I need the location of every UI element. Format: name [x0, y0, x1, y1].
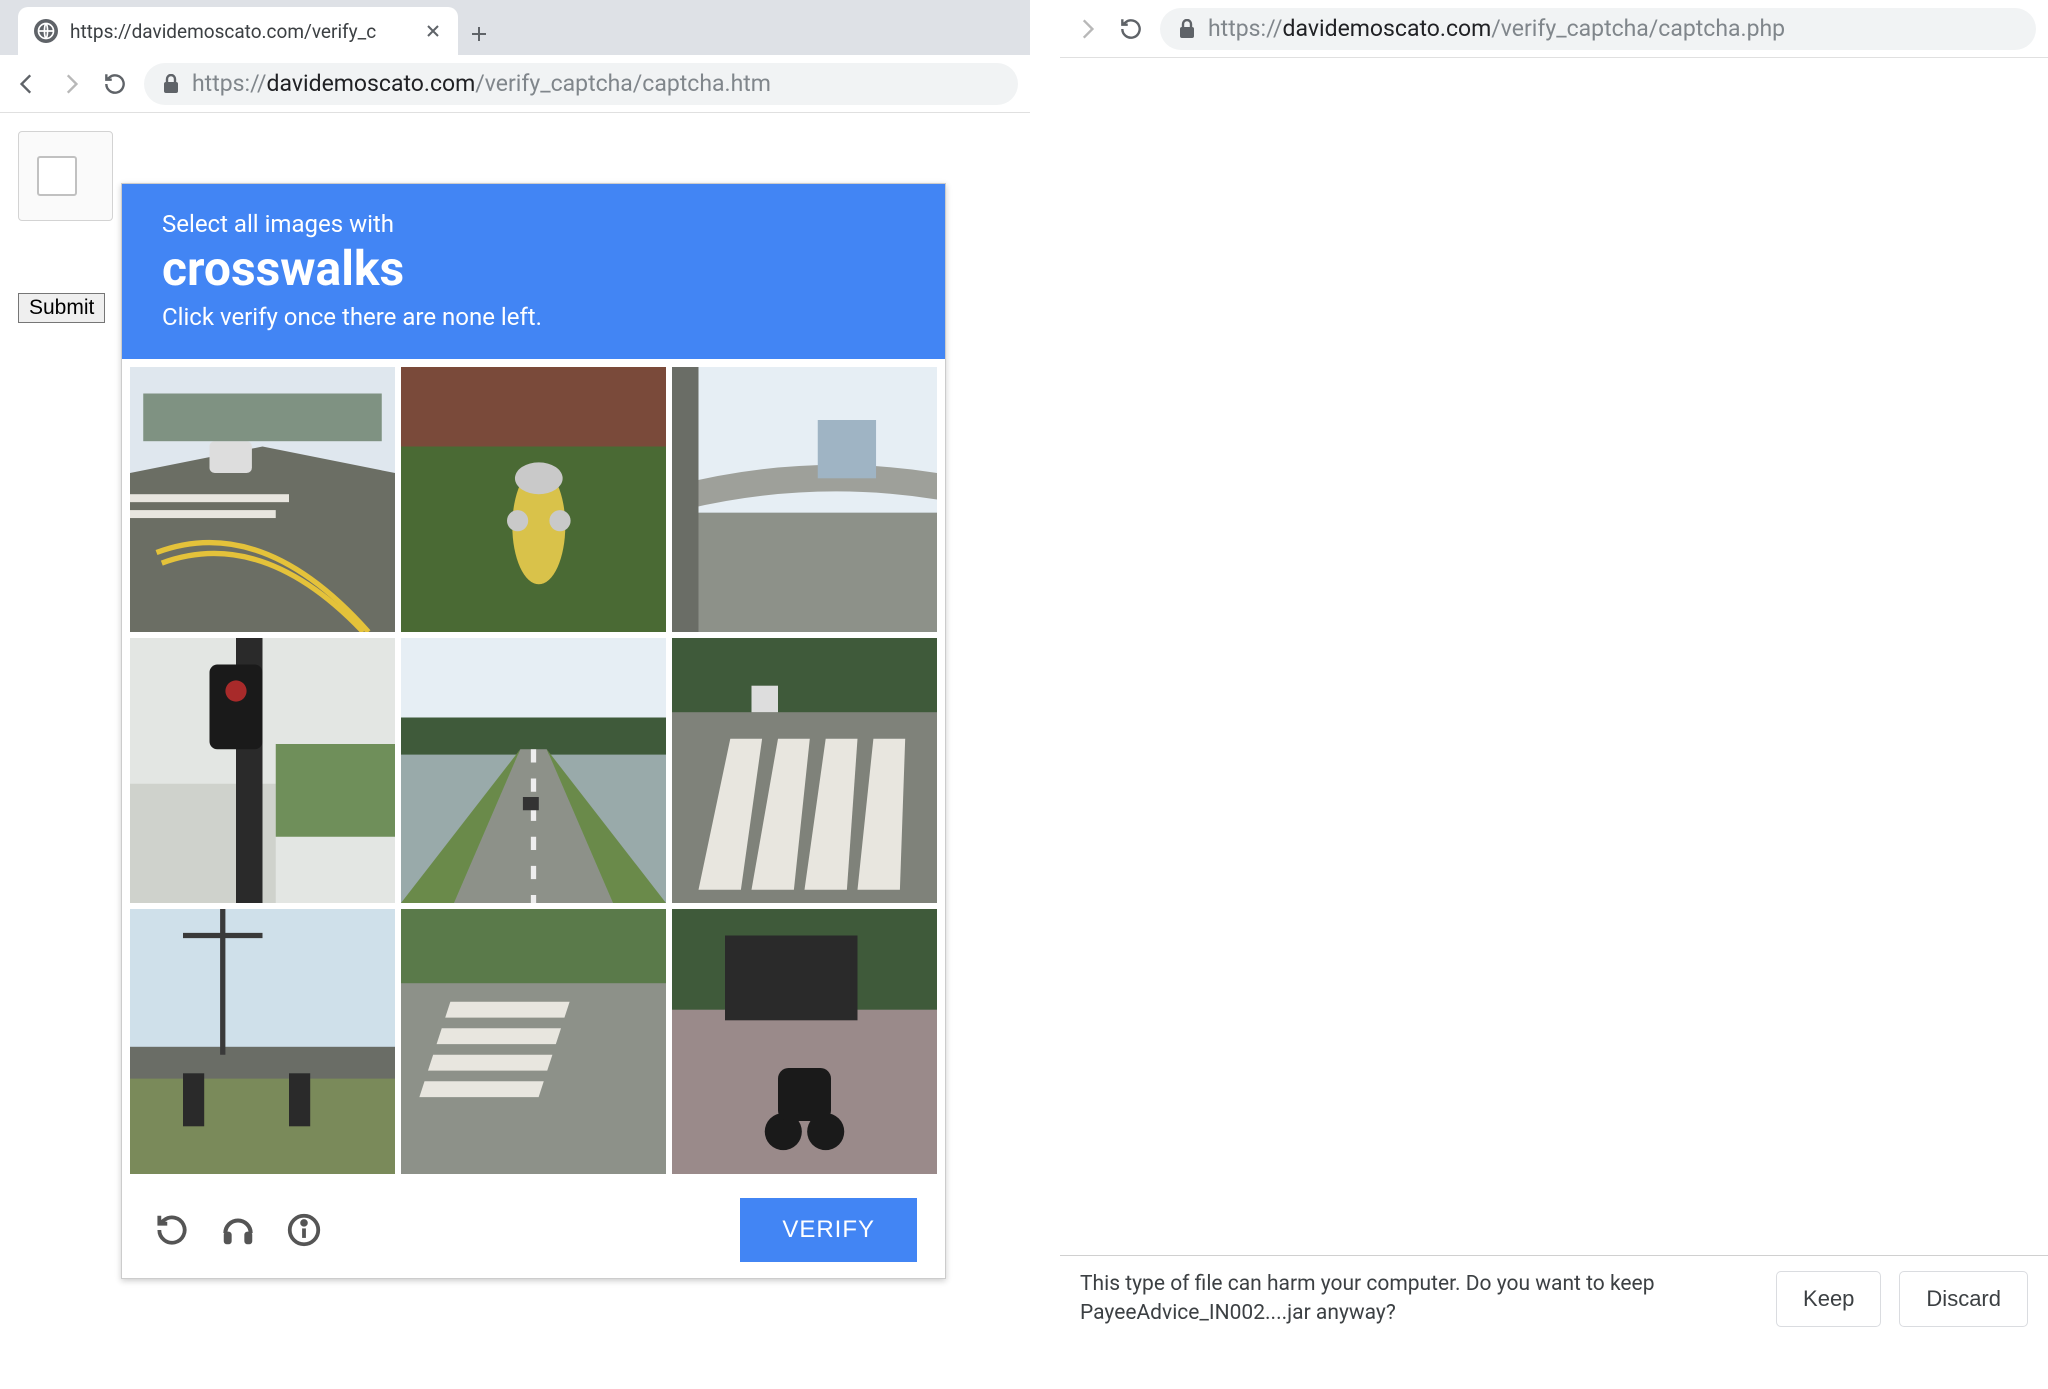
verify-button[interactable]: VERIFY — [740, 1198, 917, 1262]
captcha-tile[interactable] — [401, 367, 666, 632]
recaptcha-anchor[interactable] — [18, 131, 113, 221]
download-warning-text: This type of file can harm your computer… — [1080, 1270, 1758, 1327]
globe-icon — [34, 19, 58, 43]
url-text: https://davidemoscato.com/verify_captcha… — [192, 70, 771, 97]
captcha-instruction-1: Select all images with — [162, 210, 905, 238]
new-tab-button[interactable] — [458, 13, 500, 55]
back-icon[interactable] — [12, 69, 42, 99]
reload-icon[interactable] — [1116, 14, 1146, 44]
info-icon[interactable] — [282, 1208, 326, 1252]
captcha-image-grid — [122, 359, 945, 1182]
submit-button[interactable]: Submit — [18, 293, 105, 323]
discard-button[interactable]: Discard — [1899, 1271, 2028, 1327]
captcha-tile[interactable] — [130, 638, 395, 903]
browser-toolbar: https://davidemoscato.com/verify_captcha… — [0, 55, 1030, 113]
captcha-tile[interactable] — [130, 909, 395, 1174]
address-bar[interactable]: https://davidemoscato.com/verify_captcha… — [144, 63, 1018, 105]
captcha-instruction-2: Click verify once there are none left. — [162, 303, 905, 331]
lock-icon — [162, 74, 180, 94]
audio-icon[interactable] — [216, 1208, 260, 1252]
captcha-footer: VERIFY — [122, 1182, 945, 1278]
download-shelf: This type of file can harm your computer… — [1060, 1255, 2048, 1341]
forward-icon[interactable] — [1072, 14, 1102, 44]
browser-tab[interactable]: https://davidemoscato.com/verify_c — [18, 7, 458, 55]
captcha-target-word: crosswalks — [162, 240, 905, 297]
captcha-tile[interactable] — [672, 909, 937, 1174]
forward-icon[interactable] — [56, 69, 86, 99]
recaptcha-checkbox[interactable] — [37, 156, 77, 196]
tab-strip: https://davidemoscato.com/verify_c — [0, 0, 1030, 55]
captcha-header: Select all images with crosswalks Click … — [122, 184, 945, 359]
close-icon[interactable] — [424, 22, 442, 40]
captcha-tile[interactable] — [401, 638, 666, 903]
browser-toolbar: https://davidemoscato.com/verify_captcha… — [1060, 0, 2048, 58]
address-bar[interactable]: https://davidemoscato.com/verify_captcha… — [1160, 8, 2036, 50]
captcha-tile[interactable] — [672, 367, 937, 632]
lock-icon — [1178, 19, 1196, 39]
captcha-tile[interactable] — [672, 638, 937, 903]
keep-button[interactable]: Keep — [1776, 1271, 1881, 1327]
url-text: https://davidemoscato.com/verify_captcha… — [1208, 15, 1785, 42]
captcha-tile[interactable] — [401, 909, 666, 1174]
reload-icon[interactable] — [100, 69, 130, 99]
browser-window-right: https://davidemoscato.com/verify_captcha… — [1060, 0, 2048, 58]
captcha-challenge: Select all images with crosswalks Click … — [121, 183, 946, 1279]
reload-icon[interactable] — [150, 1208, 194, 1252]
tab-title: https://davidemoscato.com/verify_c — [70, 20, 412, 43]
captcha-tile[interactable] — [130, 367, 395, 632]
